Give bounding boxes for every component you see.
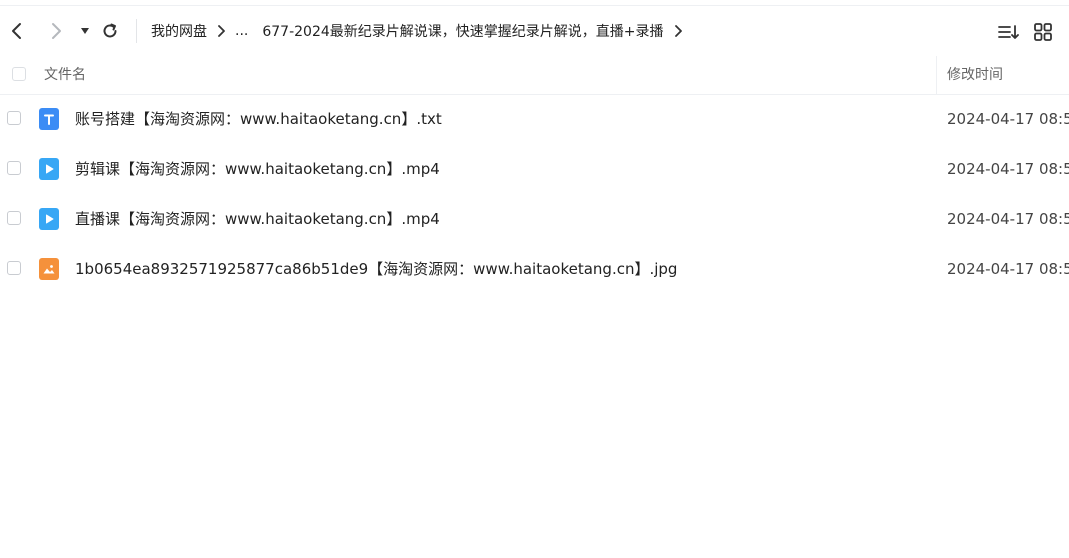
image-file-icon: [39, 258, 59, 280]
file-modified-time: 2024-04-17 08:5: [947, 210, 1069, 228]
file-modified-time: 2024-04-17 08:5: [947, 260, 1069, 278]
file-list-header: 文件名 修改时间: [0, 56, 1069, 95]
file-row[interactable]: 1b0654ea8932571925877ca86b51de9【海淘资源网：ww…: [0, 244, 1069, 294]
back-button[interactable]: [6, 20, 28, 42]
file-row[interactable]: 账号搭建【海淘资源网：www.haitaoketang.cn】.txt 2024-…: [0, 94, 1069, 144]
breadcrumb: 我的网盘 ... 677-2024最新纪录片解说课，快速掌握纪录片解说，直播+录…: [151, 6, 692, 56]
chevron-left-icon: [12, 23, 21, 39]
sort-list-icon: [998, 25, 1019, 39]
breadcrumb-current[interactable]: 677-2024最新纪录片解说课，快速掌握纪录片解说，直播+录播: [262, 21, 663, 41]
chevron-right-icon: [52, 23, 61, 39]
forward-button[interactable]: [45, 20, 67, 42]
caret-down-icon: [81, 28, 89, 34]
file-row[interactable]: 直播课【海淘资源网：www.haitaoketang.cn】.mp4 2024-0…: [0, 194, 1069, 244]
txt-file-icon: [39, 108, 59, 130]
video-file-icon: [39, 158, 59, 180]
history-dropdown-button[interactable]: [74, 20, 96, 42]
column-header-time[interactable]: 修改时间: [947, 56, 1003, 94]
toolbar: 我的网盘 ... 677-2024最新纪录片解说课，快速掌握纪录片解说，直播+录…: [0, 6, 1069, 56]
file-checkbox[interactable]: [7, 211, 21, 225]
toolbar-separator: [136, 19, 137, 43]
grid-view-icon: [1034, 23, 1052, 41]
file-checkbox[interactable]: [7, 261, 21, 275]
refresh-icon: [103, 23, 117, 38]
column-header-name[interactable]: 文件名: [44, 56, 86, 94]
breadcrumb-root[interactable]: 我的网盘: [151, 21, 207, 41]
file-row[interactable]: 剪辑课【海淘资源网：www.haitaoketang.cn】.mp4 2024-0…: [0, 144, 1069, 194]
select-all-checkbox[interactable]: [12, 67, 26, 81]
file-name[interactable]: 1b0654ea8932571925877ca86b51de9【海淘资源网：ww…: [75, 244, 677, 294]
file-checkbox[interactable]: [7, 161, 21, 175]
file-modified-time: 2024-04-17 08:5: [947, 160, 1069, 178]
grid-view-button[interactable]: [1031, 20, 1055, 44]
breadcrumb-chevron-icon: [217, 25, 225, 37]
file-name[interactable]: 剪辑课【海淘资源网：www.haitaoketang.cn】.mp4: [75, 144, 440, 194]
file-name[interactable]: 账号搭建【海淘资源网：www.haitaoketang.cn】.txt: [75, 94, 442, 144]
breadcrumb-chevron-icon[interactable]: [674, 25, 682, 37]
file-modified-time: 2024-04-17 08:5: [947, 110, 1069, 128]
file-name[interactable]: 直播课【海淘资源网：www.haitaoketang.cn】.mp4: [75, 194, 440, 244]
sort-button[interactable]: [996, 20, 1020, 44]
refresh-button[interactable]: [99, 20, 121, 42]
file-checkbox[interactable]: [7, 111, 21, 125]
breadcrumb-ellipsis[interactable]: ...: [235, 23, 248, 39]
column-divider[interactable]: [936, 56, 937, 94]
video-file-icon: [39, 208, 59, 230]
